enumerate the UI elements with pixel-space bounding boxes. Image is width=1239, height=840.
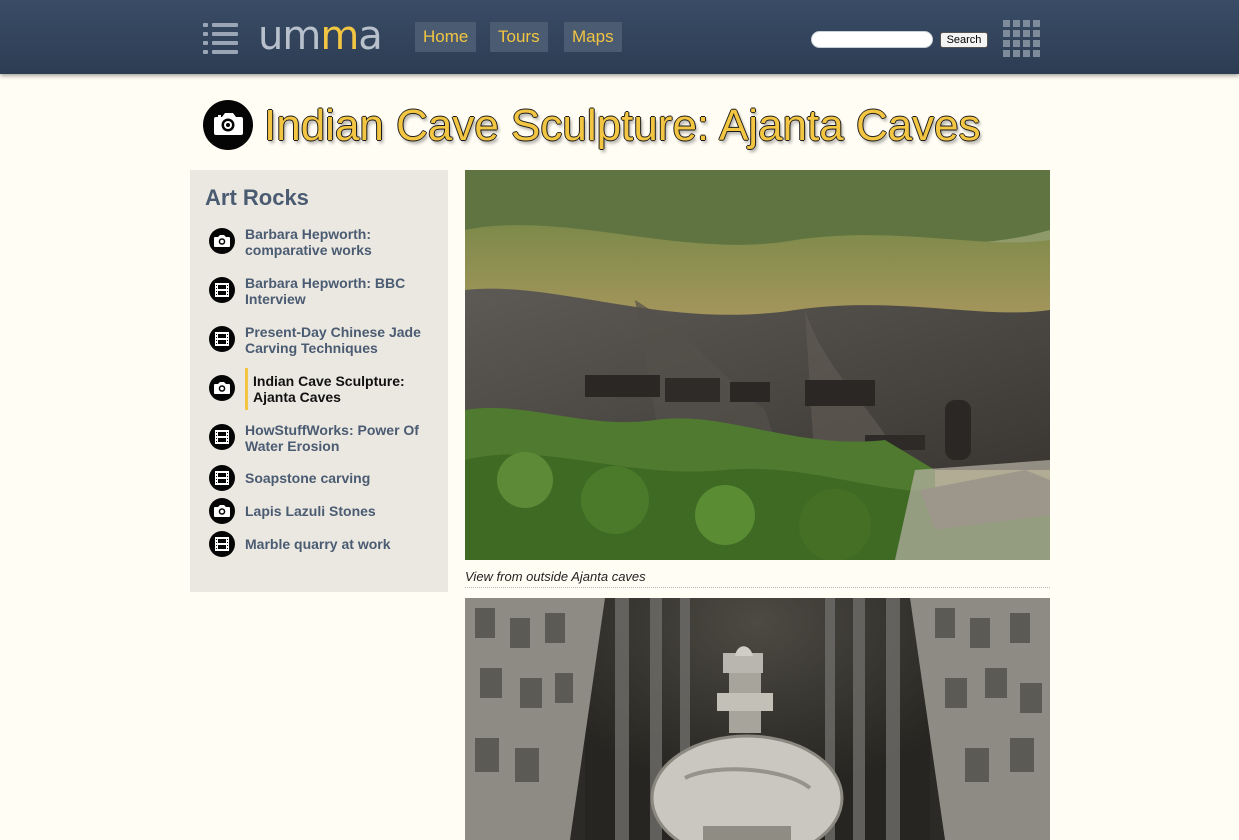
film-icon [209, 465, 235, 491]
camera-icon [209, 228, 235, 254]
sidebar-item-label: Lapis Lazuli Stones [245, 503, 376, 519]
ajanta-exterior-photo[interactable] [465, 170, 1050, 560]
top-bar: umma Home Tours Maps Search [0, 0, 1239, 74]
film-icon [209, 424, 235, 450]
camera-icon [209, 375, 235, 401]
sidebar-item-label: HowStuffWorks: Power Of Water Erosion [245, 422, 419, 454]
search-button[interactable]: Search [940, 32, 988, 48]
sidebar-heading: Art Rocks [205, 185, 309, 210]
sidebar-item-label: Marble quarry at work [245, 536, 391, 552]
ajanta-interior-photo[interactable] [465, 598, 1050, 840]
nav-tours[interactable]: Tours [490, 22, 548, 52]
sidebar-item-label: Barbara Hepworth: comparative works [245, 226, 372, 258]
film-icon [209, 531, 235, 557]
menu-list-icon[interactable] [203, 21, 239, 57]
nav-maps[interactable]: Maps [564, 22, 622, 52]
sidebar-item-label: Indian Cave Sculpture: Ajanta Caves [253, 373, 405, 405]
sidebar-item-label: Soapstone carving [245, 470, 371, 486]
film-icon [209, 277, 235, 303]
page-title: Indian Cave Sculpture: Ajanta Caves [264, 101, 981, 150]
apps-grid-icon[interactable] [1003, 20, 1040, 58]
film-icon [209, 326, 235, 352]
nav-home[interactable]: Home [415, 22, 477, 52]
camera-icon [203, 100, 253, 150]
photo-caption: View from outside Ajanta caves [465, 569, 646, 584]
umma-logo[interactable]: umma [258, 14, 383, 58]
sidebar-item-label: Barbara Hepworth: BBC Interview [245, 275, 406, 307]
sidebar-item-label: Present-Day Chinese Jade Carving Techniq… [245, 324, 421, 356]
active-indicator [245, 368, 248, 410]
search-input[interactable] [811, 31, 933, 48]
camera-icon [209, 498, 235, 524]
caption-divider [465, 587, 1050, 588]
sidebar: Art Rocks Barbara Hepworth: comparative … [190, 170, 448, 592]
